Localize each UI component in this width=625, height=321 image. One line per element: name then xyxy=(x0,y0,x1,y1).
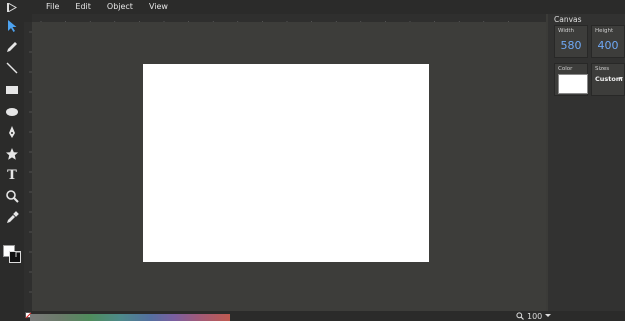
panel-title: Canvas xyxy=(554,15,582,24)
menu-object[interactable]: Object xyxy=(99,0,141,14)
menu-view[interactable]: View xyxy=(141,0,176,14)
pencil-tool-icon[interactable] xyxy=(4,39,20,55)
text-tool-icon[interactable]: T xyxy=(4,167,20,183)
app-window: File Edit Object View T 100 Canvas Width… xyxy=(0,0,625,321)
line-tool-icon[interactable] xyxy=(4,60,20,76)
app-logo-icon[interactable] xyxy=(0,0,24,14)
text-tool-glyph: T xyxy=(7,167,17,183)
star-tool-icon[interactable] xyxy=(4,146,20,162)
sizes-label: Sizes xyxy=(595,66,610,72)
height-label: Height xyxy=(595,28,614,34)
width-field[interactable]: Width 580 xyxy=(554,25,588,58)
zoom-icon xyxy=(516,312,524,320)
swap-colors-icon[interactable] xyxy=(15,243,22,262)
canvas-color-swatch[interactable] xyxy=(558,74,588,94)
chevron-down-icon[interactable] xyxy=(619,77,623,80)
ellipse-tool-icon[interactable] xyxy=(4,104,20,120)
pen-tool-icon[interactable] xyxy=(4,124,20,140)
height-field[interactable]: Height 400 xyxy=(591,25,625,58)
select-tool-icon[interactable] xyxy=(4,18,20,34)
menu-edit[interactable]: Edit xyxy=(67,0,99,14)
rectangle-tool-icon[interactable] xyxy=(4,82,20,98)
workspace[interactable] xyxy=(32,22,546,311)
menu-file[interactable]: File xyxy=(24,0,67,14)
chevron-down-icon xyxy=(545,314,552,317)
width-value[interactable]: 580 xyxy=(555,39,587,52)
drawing-canvas[interactable] xyxy=(143,64,429,262)
color-palette[interactable] xyxy=(30,314,230,321)
bottom-bar: 100 xyxy=(24,311,625,321)
eyedropper-tool-icon[interactable] xyxy=(4,210,20,226)
ruler-corner xyxy=(24,14,32,22)
ruler-horizontal: -200-150-100-500501001502002503003504004… xyxy=(24,14,546,22)
height-value[interactable]: 400 xyxy=(592,39,624,52)
width-label: Width xyxy=(558,28,574,34)
zoom-value: 100 xyxy=(527,311,543,321)
sizes-field[interactable]: Sizes Custom xyxy=(591,63,625,96)
canvas-properties-panel: Canvas Width 580 Height 400 Color Sizes … xyxy=(548,14,625,311)
zoom-tool-icon[interactable] xyxy=(4,188,20,204)
color-label: Color xyxy=(558,66,573,72)
tool-panel: T xyxy=(0,14,24,321)
color-field[interactable]: Color xyxy=(554,63,588,96)
ruler-vertical xyxy=(24,22,32,311)
zoom-control[interactable]: 100 xyxy=(516,311,552,321)
menu-bar: File Edit Object View xyxy=(0,0,625,14)
